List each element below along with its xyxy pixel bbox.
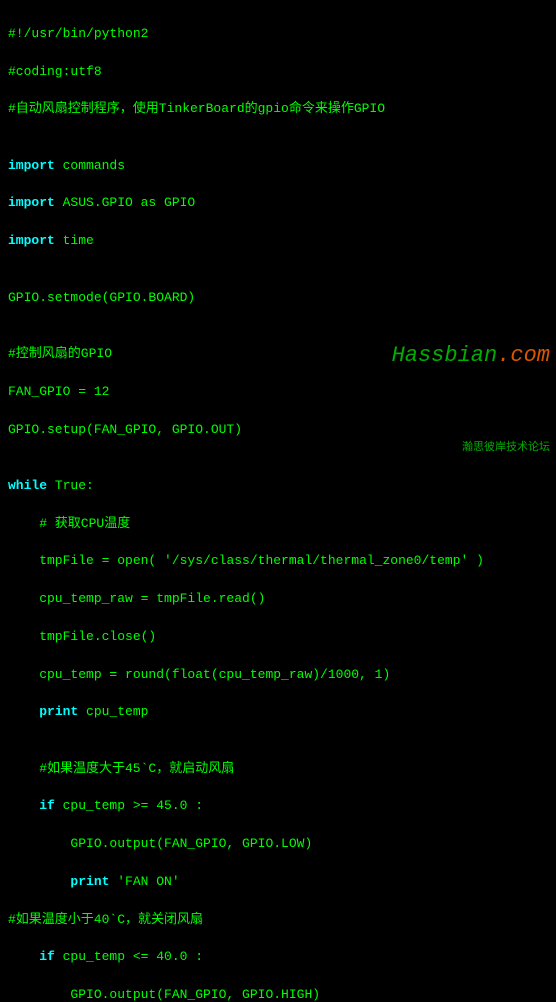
line-29: GPIO.output(FAN_GPIO, GPIO.HIGH) xyxy=(8,986,548,1002)
line-5: import commands xyxy=(8,157,548,176)
line-3: #自动风扇控制程序，使用TinkerBoard的gpio命令来操作GPIO xyxy=(8,100,548,119)
watermark-subtitle: 瀚思彼岸技术论坛 xyxy=(312,441,550,457)
code-editor: #!/usr/bin/python2 #coding:utf8 #自动风扇控制程… xyxy=(0,0,556,501)
line-24: if cpu_temp >= 45.0 : xyxy=(8,797,548,816)
watermark-site: Hassbian.com xyxy=(312,308,550,404)
line-26: print 'FAN ON' xyxy=(8,873,548,892)
line-28: if cpu_temp <= 40.0 : xyxy=(8,948,548,967)
line-25: GPIO.output(FAN_GPIO, GPIO.LOW) xyxy=(8,835,548,854)
line-6: import ASUS.GPIO as GPIO xyxy=(8,194,548,213)
line-27: #如果温度小于40`C，就关闭风扇 xyxy=(8,911,548,930)
line-21: print cpu_temp xyxy=(8,703,548,722)
line-7: import time xyxy=(8,232,548,251)
watermark-com: .com xyxy=(497,343,550,368)
line-19: tmpFile.close() xyxy=(8,628,548,647)
line-23: #如果温度大于45`C，就启动风扇 xyxy=(8,760,548,779)
line-16: # 获取CPU温度 xyxy=(8,515,548,534)
watermark-site-text: Hassbian xyxy=(392,343,498,368)
line-17: tmpFile = open( '/sys/class/thermal/ther… xyxy=(8,552,548,571)
line-18: cpu_temp_raw = tmpFile.read() xyxy=(8,590,548,609)
line-2: #coding:utf8 xyxy=(8,63,548,82)
watermark: Hassbian.com 瀚思彼岸技术论坛 xyxy=(312,270,550,495)
line-1: #!/usr/bin/python2 xyxy=(8,25,548,44)
line-20: cpu_temp = round(float(cpu_temp_raw)/100… xyxy=(8,666,548,685)
